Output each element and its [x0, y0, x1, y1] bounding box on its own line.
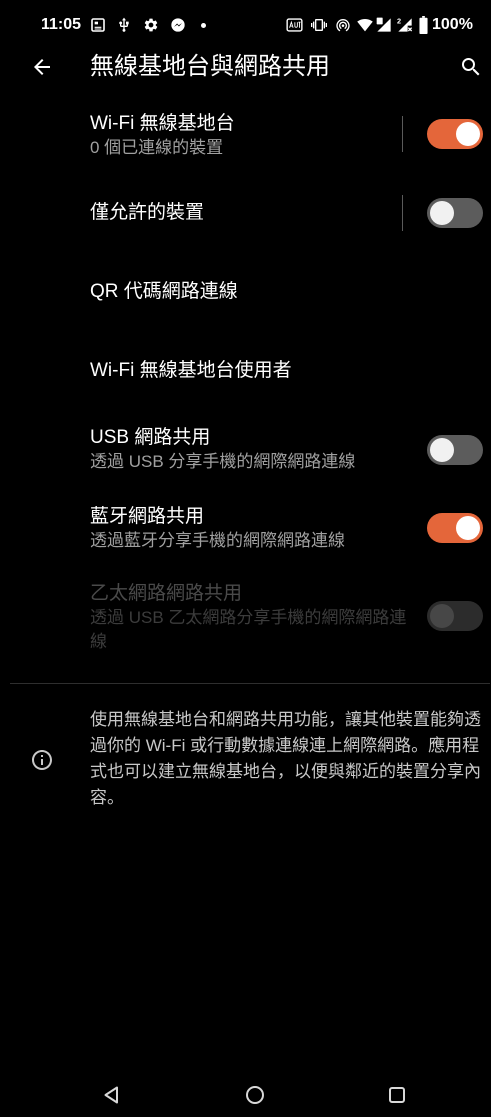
switch-divider [402, 116, 403, 152]
image-notification-icon [90, 17, 106, 33]
ethernet-tethering-switch [427, 601, 483, 631]
switch-thumb [456, 122, 480, 146]
info-icon [30, 748, 54, 772]
battery-icon-graphic [419, 16, 428, 34]
search-button[interactable] [457, 53, 485, 81]
hotspot-icon [335, 17, 351, 33]
dot-icon-graphic [201, 23, 206, 28]
nav-back-button[interactable] [88, 1071, 136, 1117]
search-icon [462, 58, 480, 76]
setting-summary: 透過 USB 分享手機的網際網路連線 [90, 452, 356, 471]
setting-bluetooth-tethering[interactable]: 藍牙網路共用 透過藍牙分享手機的網際網路連線 [0, 490, 491, 570]
nav-recents-icon [389, 1087, 405, 1103]
setting-summary: 透過 USB 乙太網路分享手機的網際網路連線 [90, 608, 407, 651]
nav-home-icon [246, 1086, 264, 1104]
back-button[interactable] [28, 53, 56, 81]
wifi-hotspot-switch[interactable] [427, 119, 483, 149]
setting-summary: 0 個已連線的裝置 [90, 138, 224, 157]
gear-icon-graphic [144, 18, 158, 32]
setting-title: Wi-Fi 無線基地台使用者 [90, 360, 292, 381]
signal-sim1-icon [376, 17, 392, 33]
setting-title: QR 代碼網路連線 [90, 281, 238, 302]
messenger-icon-graphic [171, 18, 185, 32]
allowed-devices-only-switch[interactable] [427, 198, 483, 228]
setting-wifi-hotspot[interactable]: Wi-Fi 無線基地台 0 個已連線的裝置 [0, 96, 491, 176]
nav-recents-button[interactable] [373, 1071, 421, 1117]
setting-hotspot-users[interactable]: Wi-Fi 無線基地台使用者 [0, 332, 491, 410]
setting-title: 乙太網路網路共用 [90, 583, 243, 604]
image-notification-icon-graphic [91, 18, 105, 32]
sim2-label: 2 [397, 17, 401, 26]
battery-percent: 100% [432, 16, 473, 33]
section-divider [10, 683, 490, 684]
arrow-back-icon [34, 59, 50, 75]
switch-thumb [430, 201, 454, 225]
vibrate-icon [311, 17, 327, 33]
signal-sim1-icon-graphic [376, 17, 391, 32]
setting-usb-tethering[interactable]: USB 網路共用 透過 USB 分享手機的網際網路連線 [0, 410, 491, 490]
nav-home-button[interactable] [231, 1071, 279, 1117]
bluetooth-tethering-switch[interactable] [427, 513, 483, 543]
messenger-icon [170, 17, 186, 33]
switch-thumb [430, 604, 454, 628]
tethering-settings-screen: 11:05 2 100% 無線基地台與網路共用 Wi-Fi 無線基地台 0 個已… [0, 0, 491, 1117]
usb-icon-graphic [119, 17, 129, 32]
auto-icon [286, 18, 303, 32]
setting-ethernet-tethering: 乙太網路網路共用 透過 USB 乙太網路分享手機的網際網路連線 [0, 570, 491, 670]
setting-summary: 透過藍牙分享手機的網際網路連線 [90, 531, 345, 550]
status-time: 11:05 [41, 16, 82, 33]
hotspot-icon-graphic [336, 19, 350, 32]
wifi-icon [357, 17, 373, 33]
page-title: 無線基地台與網路共用 [90, 53, 330, 80]
more-notifications-dot-icon [201, 23, 206, 28]
nav-back-icon [104, 1086, 118, 1104]
setting-allowed-devices-only[interactable]: 僅允許的裝置 [0, 176, 491, 252]
gear-icon [143, 17, 159, 33]
switch-divider [402, 195, 403, 231]
wifi-icon-graphic [357, 19, 373, 32]
auto-icon-graphic [286, 18, 303, 32]
switch-thumb [430, 438, 454, 462]
usb-icon [116, 17, 132, 33]
footer-info-text: 使用無線基地台和網路共用功能，讓其他裝置能夠透過你的 Wi-Fi 或行動數據連線… [90, 710, 481, 807]
signal-sim2-no-service-icon: 2 [397, 17, 413, 33]
vibrate-icon-graphic [311, 19, 327, 31]
usb-tethering-switch[interactable] [427, 435, 483, 465]
switch-thumb [456, 516, 480, 540]
info-icon-graphic [32, 750, 52, 770]
signal-sim2-icon-graphic: 2 [397, 17, 413, 32]
battery-icon [419, 16, 428, 34]
setting-qr-code-connection[interactable]: QR 代碼網路連線 [0, 254, 491, 330]
